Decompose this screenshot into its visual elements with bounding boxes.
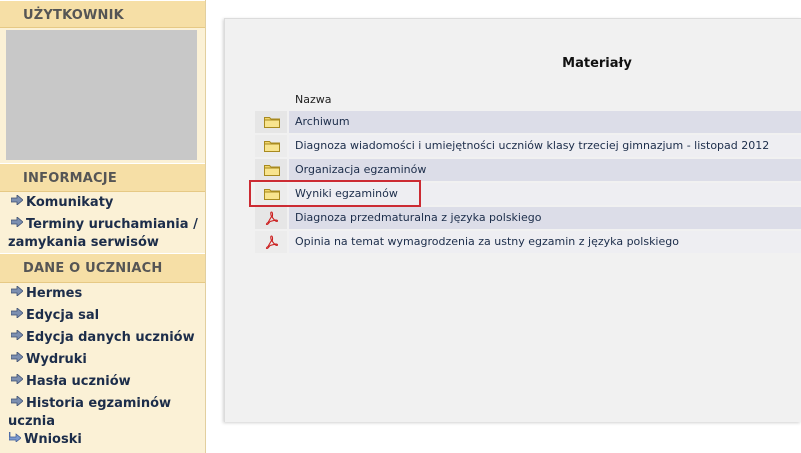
info-section-header: INFORMACJE xyxy=(0,163,205,192)
nav-item-label: Edycja danych uczniów xyxy=(26,330,195,345)
table-row[interactable]: Diagnoza wiadomości i umiejętności uczni… xyxy=(255,135,801,157)
arrow-right-icon xyxy=(11,286,23,296)
user-section-title: UŻYTKOWNIK xyxy=(23,8,124,23)
nav-item-label: Hasła uczniów xyxy=(26,374,131,389)
nav-item-label: Hermes xyxy=(26,286,83,301)
arrow-right-icon xyxy=(11,374,23,384)
user-section-header: UŻYTKOWNIK xyxy=(0,0,205,28)
nav-item-historia-egzaminow[interactable]: Historia egzaminów ucznia xyxy=(8,395,198,431)
nav-item-hasla-uczniow[interactable]: Hasła uczniów xyxy=(8,373,198,391)
nav-item-komunikaty[interactable]: Komunikaty xyxy=(8,194,198,212)
folder-icon xyxy=(264,141,280,152)
materials-panel: Materiały Nazwa Archiwum Diagnoza wiadom… xyxy=(224,18,801,422)
row-name-link[interactable]: Archiwum xyxy=(289,111,801,133)
arrow-right-icon xyxy=(11,217,23,227)
arrow-right-icon xyxy=(11,352,23,362)
nav-item-wydruki[interactable]: Wydruki xyxy=(8,351,198,369)
row-name-link[interactable]: Organizacja egzaminów xyxy=(289,159,801,181)
arrow-right-icon xyxy=(11,308,23,318)
row-name-link[interactable]: Diagnoza wiadomości i umiejętności uczni… xyxy=(289,135,801,157)
nav-item-terminy[interactable]: Terminy uruchamiania / zamykania serwisó… xyxy=(8,216,198,252)
table-row[interactable]: Wyniki egzaminów xyxy=(255,183,801,205)
row-icon-cell xyxy=(255,231,287,253)
row-icon-cell xyxy=(255,159,287,181)
nav-item-edycja-sal[interactable]: Edycja sal xyxy=(8,307,198,325)
nav-item-wnioski[interactable]: Wnioski xyxy=(8,431,198,449)
page-title: Materiały xyxy=(562,56,632,71)
row-icon-cell xyxy=(255,207,287,229)
folder-icon xyxy=(264,165,280,176)
row-name-link[interactable]: Opinia na temat wymagrodzenia za ustny e… xyxy=(289,231,801,253)
arrow-right-icon xyxy=(11,330,23,340)
nav-item-hermes[interactable]: Hermes xyxy=(8,285,198,303)
user-avatar-placeholder xyxy=(6,30,197,160)
sidebar: UŻYTKOWNIK INFORMACJE Komunikaty Terminy… xyxy=(0,0,206,453)
table-row[interactable]: Organizacja egzaminów xyxy=(255,159,801,181)
nav-item-label: Terminy uruchamiania / zamykania serwisó… xyxy=(8,217,198,250)
folder-icon xyxy=(264,117,280,128)
nav-item-label: Wydruki xyxy=(26,352,87,367)
info-section-title: INFORMACJE xyxy=(23,171,117,186)
students-section-title: DANE O UCZNIACH xyxy=(23,261,163,276)
nav-item-label: Wnioski xyxy=(24,432,82,447)
arrow-right-icon xyxy=(11,195,23,205)
row-name-link[interactable]: Wyniki egzaminów xyxy=(289,183,801,205)
pdf-icon xyxy=(265,235,278,249)
table-row[interactable]: Opinia na temat wymagrodzenia za ustny e… xyxy=(255,231,801,253)
nav-item-label: Komunikaty xyxy=(26,195,114,210)
pdf-icon xyxy=(265,211,278,225)
row-icon-cell xyxy=(255,111,287,133)
return-arrow-icon xyxy=(9,432,21,442)
nav-item-label: Historia egzaminów ucznia xyxy=(8,396,172,429)
column-header-name: Nazwa xyxy=(295,93,332,106)
row-icon-cell xyxy=(255,135,287,157)
arrow-right-icon xyxy=(11,396,23,406)
table-row[interactable]: Diagnoza przedmaturalna z języka polskie… xyxy=(255,207,801,229)
row-name-link[interactable]: Diagnoza przedmaturalna z języka polskie… xyxy=(289,207,801,229)
table-row[interactable]: Archiwum xyxy=(255,111,801,133)
row-icon-cell xyxy=(255,183,287,205)
nav-item-label: Edycja sal xyxy=(26,308,100,323)
nav-item-edycja-danych-uczniow[interactable]: Edycja danych uczniów xyxy=(8,329,198,347)
students-section-header: DANE O UCZNIACH xyxy=(0,253,205,283)
folder-icon xyxy=(264,189,280,200)
